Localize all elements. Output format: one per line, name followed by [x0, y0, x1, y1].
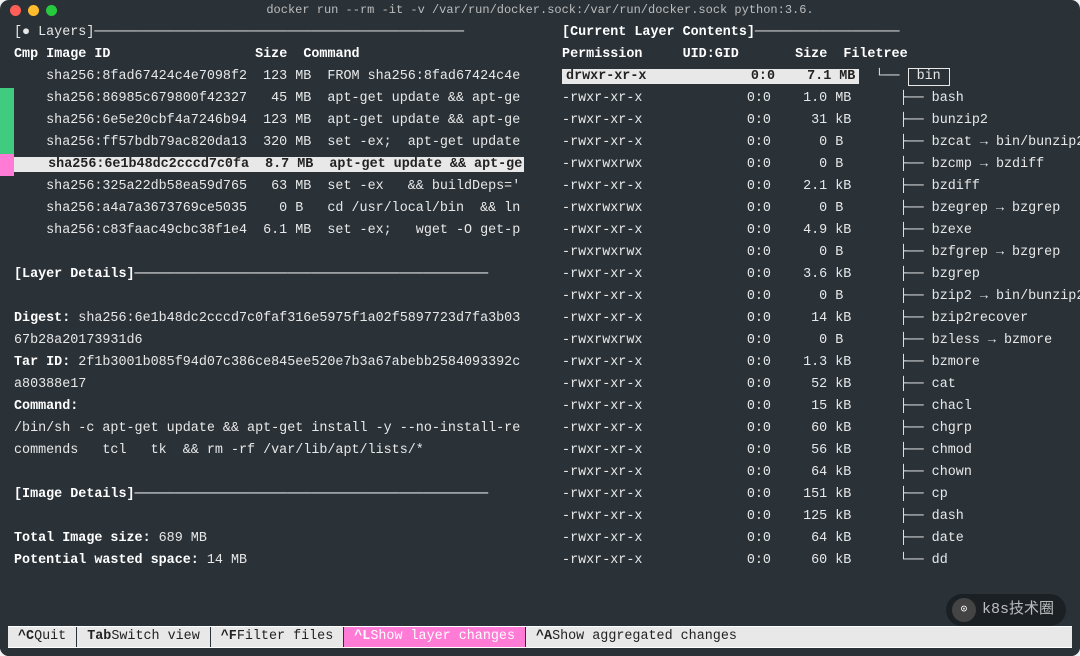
filetree-row[interactable]: -rwxr-xr-x 0:0 14 kB ├── bzip2recover	[554, 308, 1080, 330]
filetree-row[interactable]: -rwxr-xr-x 0:0 0 B ├── bzcat → bin/bunzi…	[554, 132, 1080, 154]
terminal-window: { "window": { "title": "docker run --rm …	[0, 0, 1080, 656]
filetree-row[interactable]: -rwxr-xr-x 0:0 1.0 MB ├── bash	[554, 88, 1080, 110]
close-icon[interactable]	[10, 5, 21, 16]
detail-line	[14, 286, 554, 308]
filetree-row[interactable]: -rwxr-xr-x 0:0 2.1 kB ├── bzdiff	[554, 176, 1080, 198]
filetree-row[interactable]: -rwxr-xr-x 0:0 15 kB ├── chacl	[554, 396, 1080, 418]
filetree-row[interactable]: -rwxr-xr-x 0:0 56 kB ├── chmod	[554, 440, 1080, 462]
filetree-row[interactable]: -rwxr-xr-x 0:0 3.6 kB ├── bzgrep	[554, 264, 1080, 286]
detail-line: Potential wasted space: 14 MB	[14, 550, 554, 572]
layers-columns: Cmp Image ID Size Command	[14, 44, 554, 66]
detail-line: Command:	[14, 396, 554, 418]
filetree-row[interactable]: -rwxrwxrwx 0:0 0 B ├── bzcmp → bzdiff	[554, 154, 1080, 176]
window-controls	[10, 5, 57, 16]
filetree-row[interactable]: -rwxr-xr-x 0:0 60 kB ├── chgrp	[554, 418, 1080, 440]
rows-area: sha256:8fad67424c4e7098f2 123 MB FROM sh…	[0, 66, 1080, 572]
filetree-row[interactable]: -rwxr-xr-x 0:0 64 kB ├── date	[554, 528, 1080, 550]
filetree-row[interactable]: -rwxr-xr-x 0:0 52 kB ├── cat	[554, 374, 1080, 396]
filter-action[interactable]: ^F Filter files	[211, 627, 344, 647]
filetree-row[interactable]: -rwxr-xr-x 0:0 1.3 kB ├── bzmore	[554, 352, 1080, 374]
terminal-body: [● Layers]──────────────────────────────…	[0, 20, 1080, 656]
quit-action[interactable]: ^C Quit	[8, 627, 76, 647]
detail-line: Total Image size: 689 MB	[14, 528, 554, 550]
layer-row[interactable]: sha256:325a22db58ea59d765 63 MB set -ex …	[14, 176, 554, 198]
filetree-row[interactable]: -rwxr-xr-x 0:0 0 B ├── bzip2 → bin/bunzi…	[554, 286, 1080, 308]
layer-row[interactable]: sha256:8fad67424c4e7098f2 123 MB FROM sh…	[14, 66, 554, 88]
layer-row-selected[interactable]: sha256:6e1b48dc2cccd7c0fa 8.7 MB apt-get…	[14, 154, 554, 176]
filetree-row[interactable]: -rwxrwxrwx 0:0 0 B ├── bzfgrep → bzgrep	[554, 242, 1080, 264]
layers-panel-title: [● Layers]──────────────────────────────…	[14, 22, 554, 44]
statusbar: ^C Quit Tab Switch view ^F Filter files …	[8, 626, 1072, 648]
detail-line: a80388e17	[14, 374, 554, 396]
watermark: ⊙ k8s技术圈	[946, 594, 1066, 626]
layer-row[interactable]: sha256:ff57bdb79ac820da13 320 MB set -ex…	[14, 132, 554, 154]
layer-row[interactable]: sha256:a4a7a3673769ce5035 0 B cd /usr/lo…	[14, 198, 554, 220]
detail-line: commends tcl tk && rm -rf /var/lib/apt/l…	[14, 440, 554, 462]
filetree-row[interactable]: -rwxr-xr-x 0:0 60 kB └── dd	[554, 550, 1080, 572]
detail-line	[14, 242, 554, 264]
filetree-row[interactable]: -rwxr-xr-x 0:0 64 kB ├── chown	[554, 462, 1080, 484]
detail-line: 67b28a20173931d6	[14, 330, 554, 352]
layer-row[interactable]: sha256:6e5e20cbf4a7246b94 123 MB apt-get…	[14, 110, 554, 132]
filetree-row[interactable]: -rwxrwxrwx 0:0 0 B ├── bzegrep → bzgrep	[554, 198, 1080, 220]
filetree-row[interactable]: -rwxr-xr-x 0:0 151 kB ├── cp	[554, 484, 1080, 506]
detail-line: /bin/sh -c apt-get update && apt-get ins…	[14, 418, 554, 440]
layer-row[interactable]: sha256:86985c679800f42327 45 MB apt-get …	[14, 88, 554, 110]
section-title: [Image Details]─────────────────────────…	[14, 484, 554, 506]
detail-line: Tar ID: 2f1b3001b085f94d07c386ce845ee520…	[14, 352, 554, 374]
detail-line: Digest: sha256:6e1b48dc2cccd7c0faf316e59…	[14, 308, 554, 330]
titlebar: docker run --rm -it -v /var/run/docker.s…	[0, 0, 1080, 20]
detail-line	[14, 506, 554, 528]
layer-changes-action[interactable]: ^L Show layer changes	[344, 627, 525, 647]
layer-row[interactable]: sha256:c83faac49cbc38f1e4 6.1 MB set -ex…	[14, 220, 554, 242]
detail-line	[14, 462, 554, 484]
filetree-row-selected[interactable]: drwxr-xr-x 0:0 7.1 MB └── bin	[554, 66, 1080, 88]
filetree-row[interactable]: -rwxrwxrwx 0:0 0 B ├── bzless → bzmore	[554, 330, 1080, 352]
window-title: docker run --rm -it -v /var/run/docker.s…	[0, 0, 1080, 20]
zoom-icon[interactable]	[46, 5, 57, 16]
filetree-row[interactable]: -rwxr-xr-x 0:0 4.9 kB ├── bzexe	[554, 220, 1080, 242]
contents-columns: Permission UID:GID Size Filetree	[554, 44, 1080, 66]
contents-panel-title: [Current Layer Contents]────────────────…	[554, 22, 1080, 44]
wechat-icon: ⊙	[952, 598, 976, 622]
aggregated-changes-action[interactable]: ^A Show aggregated changes	[526, 627, 747, 647]
section-title: [Layer Details]─────────────────────────…	[14, 264, 554, 286]
minimize-icon[interactable]	[28, 5, 39, 16]
filetree-row[interactable]: -rwxr-xr-x 0:0 125 kB ├── dash	[554, 506, 1080, 528]
switch-view-action[interactable]: Tab Switch view	[77, 627, 210, 647]
filetree-row[interactable]: -rwxr-xr-x 0:0 31 kB ├── bunzip2	[554, 110, 1080, 132]
